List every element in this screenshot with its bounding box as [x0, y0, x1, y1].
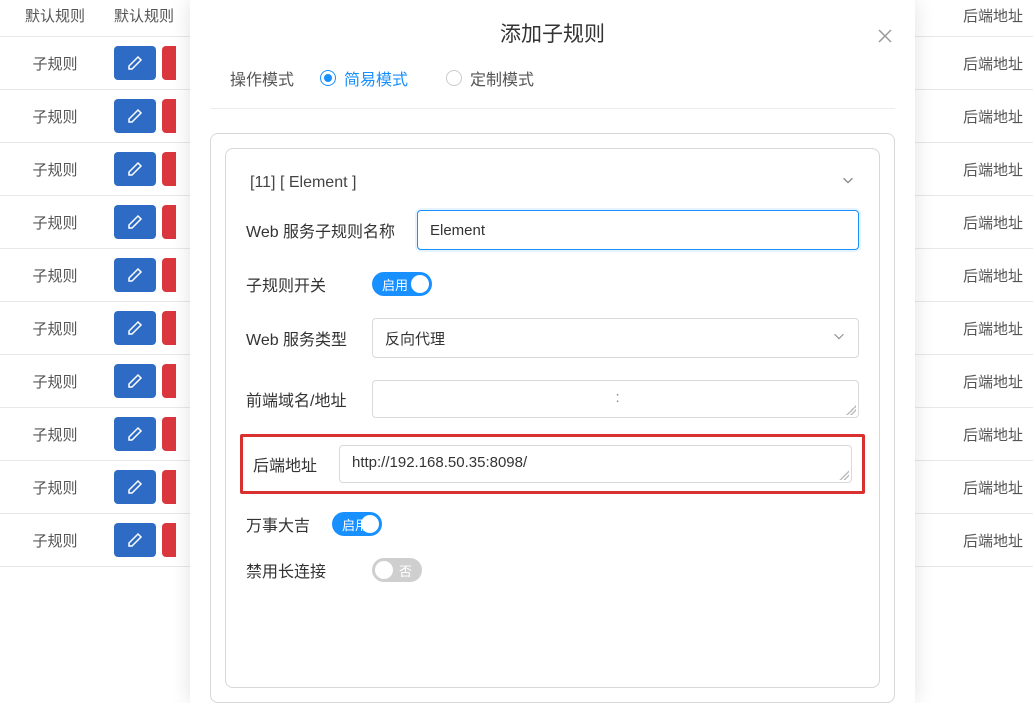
row-lucky: 万事大吉 启用 [246, 512, 859, 536]
row-type: Web 服务类型 反向代理 [246, 318, 859, 358]
chevron-down-icon [832, 329, 846, 347]
radio-simple-mode[interactable]: 简易模式 [320, 66, 408, 90]
row-name: Web 服务子规则名称 [246, 210, 859, 250]
label-lucky: 万事大吉 [246, 512, 316, 536]
add-subrule-modal: 添加子规则 操作模式 简易模式 定制模式 [11] [190, 0, 915, 703]
textarea-frontend[interactable]: : [372, 380, 859, 418]
highlight-backend: 后端地址 http://192.168.50.35:8098/ [240, 434, 865, 494]
row-keepalive: 禁用长连接 否 [246, 558, 859, 582]
input-subrule-name[interactable] [417, 210, 859, 250]
modal-title: 添加子规则 [210, 18, 895, 48]
close-icon[interactable] [877, 28, 893, 44]
select-web-service-type[interactable]: 反向代理 [372, 318, 859, 358]
switch-subrule[interactable]: 启用 [372, 272, 432, 296]
row-switch: 子规则开关 启用 [246, 272, 859, 296]
modal-header: 添加子规则 操作模式 简易模式 定制模式 [190, 0, 915, 109]
textarea-backend[interactable]: http://192.168.50.35:8098/ [339, 445, 852, 483]
modal-body: [11] [ Element ] Web 服务子规则名称 子规则开关 启用 [190, 109, 915, 703]
label-backend: 后端地址 [253, 452, 323, 476]
label-name: Web 服务子规则名称 [246, 218, 401, 242]
switch-lucky[interactable]: 启用 [332, 512, 382, 536]
panel-outer: [11] [ Element ] Web 服务子规则名称 子规则开关 启用 [210, 133, 895, 703]
label-switch: 子规则开关 [246, 272, 356, 296]
panel-inner: [11] [ Element ] Web 服务子规则名称 子规则开关 启用 [225, 148, 880, 688]
label-frontend: 前端域名/地址 [246, 387, 356, 411]
row-frontend: 前端域名/地址 : [246, 380, 859, 418]
label-keepalive: 禁用长连接 [246, 558, 356, 582]
radio-custom-mode[interactable]: 定制模式 [446, 66, 534, 90]
switch-keepalive[interactable]: 否 [372, 558, 422, 582]
label-type: Web 服务类型 [246, 326, 356, 350]
mode-label: 操作模式 [230, 66, 294, 90]
mode-row: 操作模式 简易模式 定制模式 [210, 66, 895, 109]
chevron-down-icon [841, 173, 855, 192]
modal-backdrop: 添加子规则 操作模式 简易模式 定制模式 [11] [0, 0, 1033, 703]
collapse-header[interactable]: [11] [ Element ] [246, 163, 859, 210]
collapse-title: [11] [ Element ] [250, 174, 356, 192]
